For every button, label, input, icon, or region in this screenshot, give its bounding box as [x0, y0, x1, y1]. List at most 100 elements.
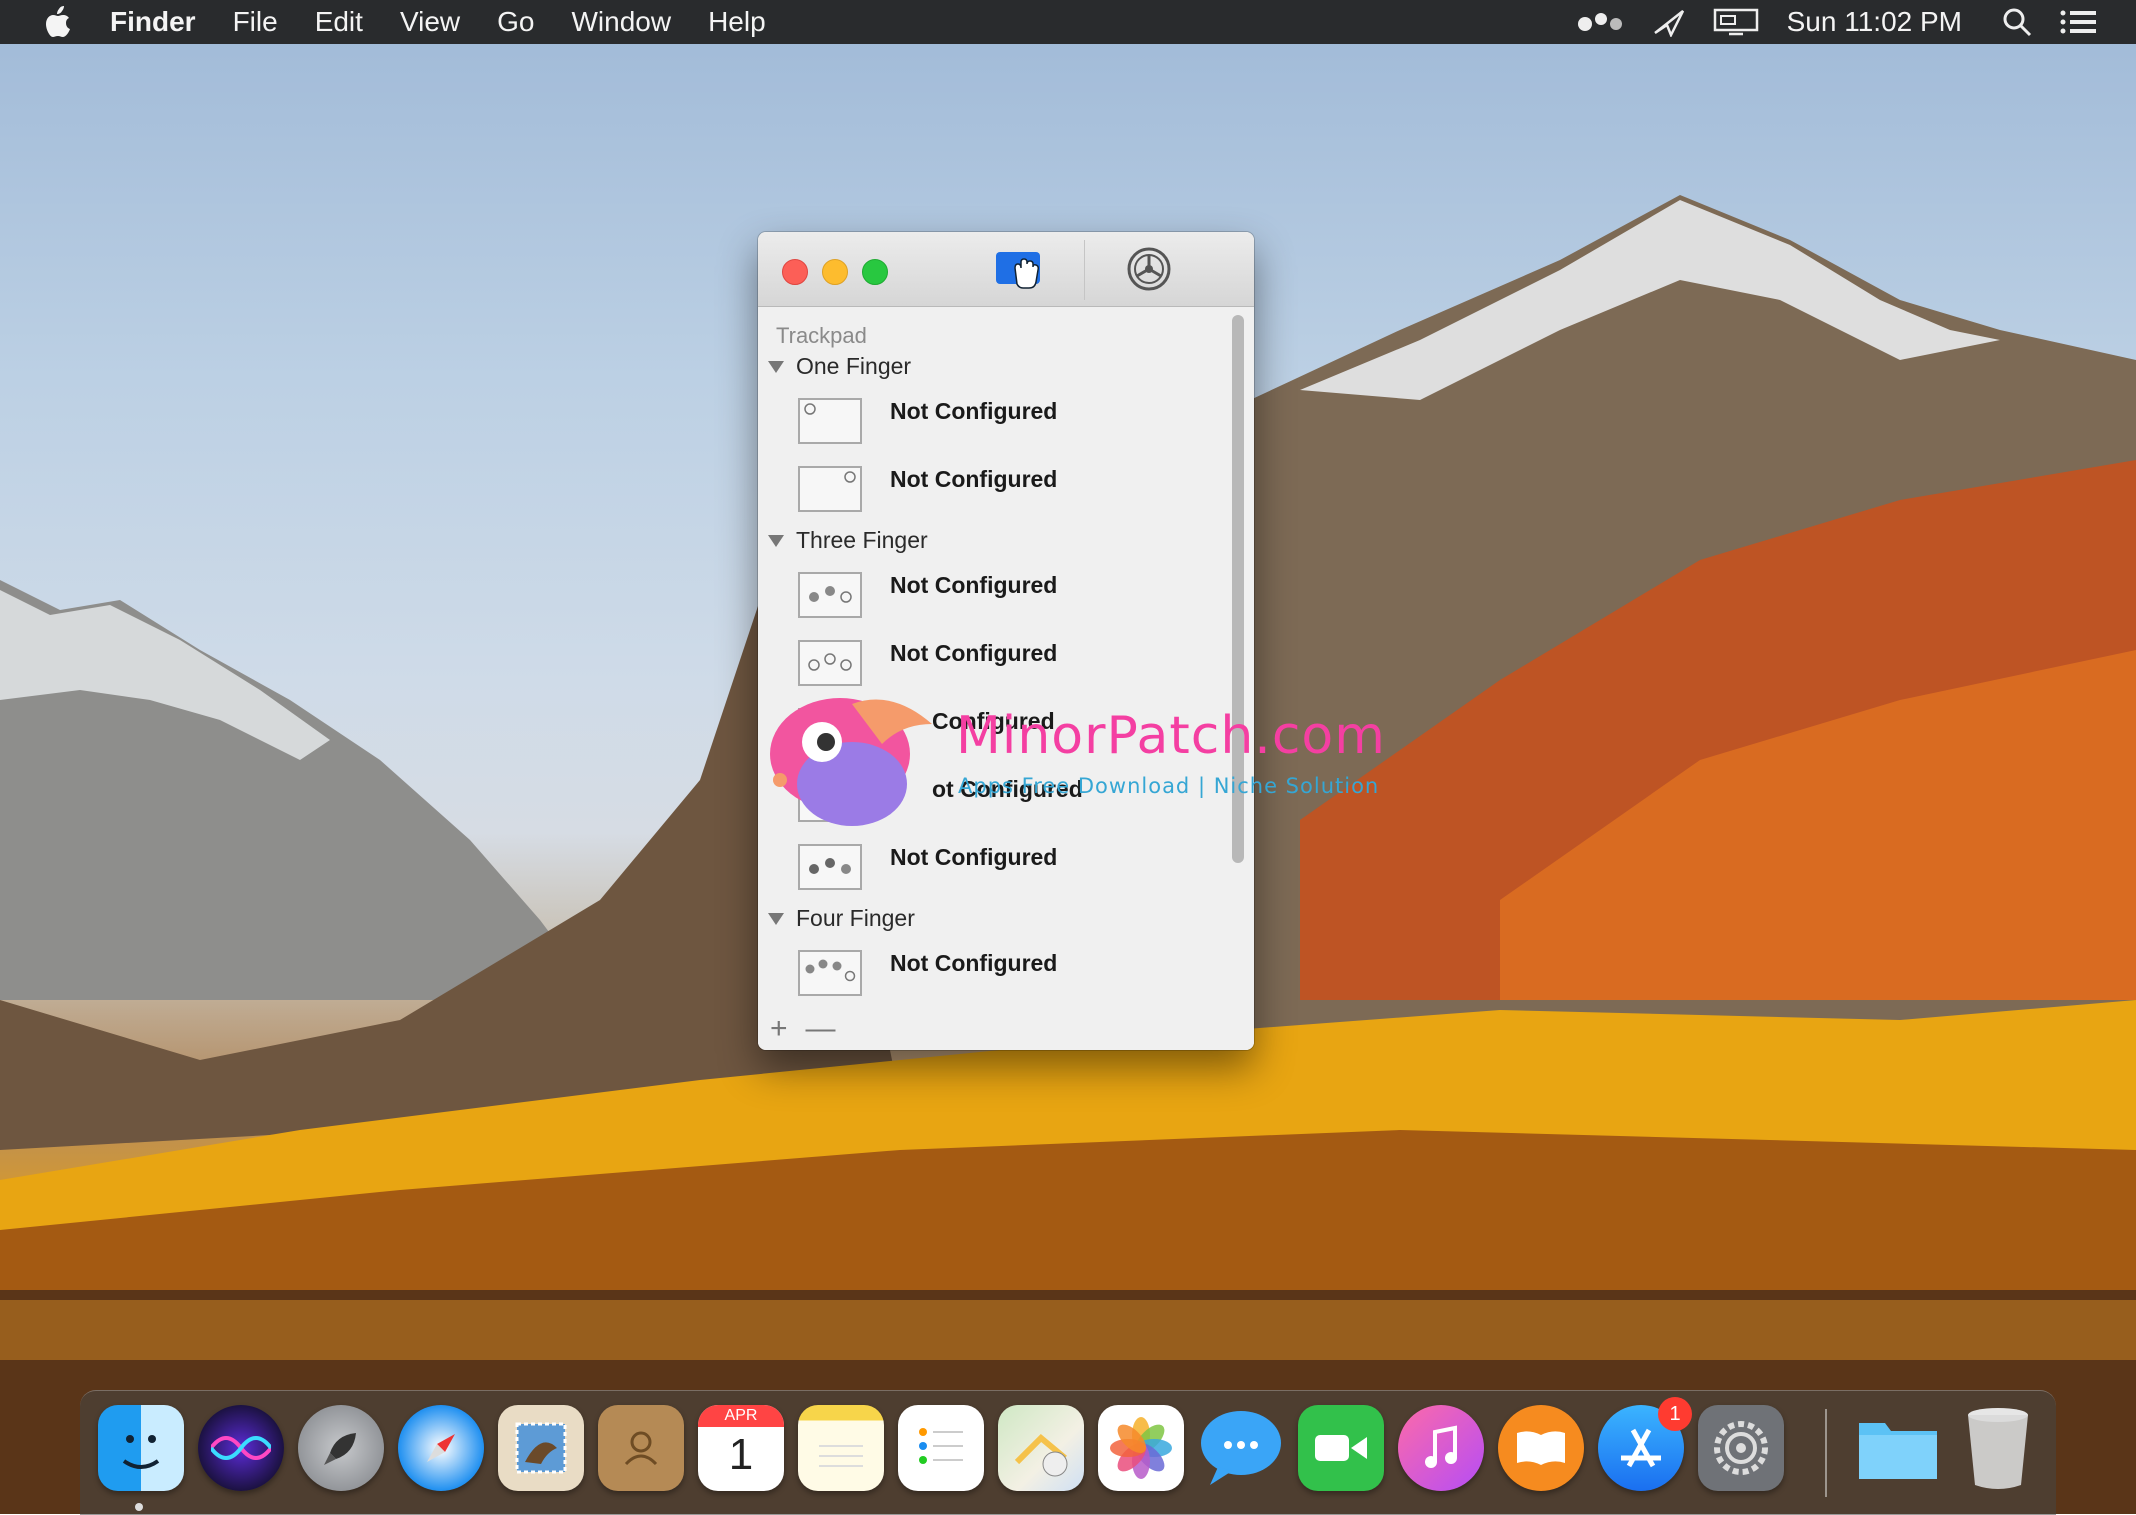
dock-ibooks[interactable] — [1498, 1405, 1584, 1491]
toolbar-separator — [1084, 240, 1085, 300]
dock-trash[interactable] — [1955, 1405, 2041, 1491]
zoom-button[interactable] — [862, 259, 888, 285]
one-finger-top-right-icon — [798, 466, 862, 512]
search-icon[interactable] — [2002, 7, 2032, 37]
menu-edit[interactable]: Edit — [315, 6, 363, 38]
gestures-window: Trackpad One Finger Not Configured Not C… — [758, 232, 1254, 1050]
dots-icon[interactable] — [1577, 9, 1625, 35]
reminders-icon — [919, 1428, 963, 1464]
settings-gear-icon — [1127, 247, 1171, 291]
menubar-clock[interactable]: Sun 11:02 PM — [1787, 6, 1962, 38]
contacts-icon — [624, 1431, 658, 1466]
gesture-status: Not Configured — [890, 466, 1058, 492]
gesture-row[interactable]: Not Configured — [798, 398, 1218, 458]
watermark-logo — [762, 684, 940, 832]
gesture-status: Not Configured — [890, 640, 1058, 666]
dock-facetime[interactable] — [1298, 1405, 1384, 1491]
gesture-status: Not Configured — [890, 572, 1058, 598]
window-titlebar[interactable] — [758, 232, 1254, 307]
gestures-icon — [996, 252, 1040, 289]
dock-contacts[interactable] — [598, 1405, 684, 1491]
gesture-row[interactable]: Not Configured — [798, 950, 1218, 1010]
dock-maps[interactable] — [998, 1405, 1084, 1491]
menu-go[interactable]: Go — [497, 6, 534, 38]
three-finger-filled-icon — [798, 844, 862, 890]
gesture-status: Not Configured — [890, 398, 1058, 424]
dock-messages[interactable] — [1198, 1405, 1284, 1491]
close-button[interactable] — [782, 259, 808, 285]
one-finger-top-left-icon — [798, 398, 862, 444]
dock-separator — [1825, 1409, 1827, 1497]
book-icon — [1517, 1431, 1565, 1465]
dock-finder[interactable] — [98, 1405, 184, 1491]
dock-reminders[interactable] — [898, 1405, 984, 1491]
dock-siri[interactable] — [198, 1405, 284, 1491]
gesture-row[interactable]: Not Configured — [798, 466, 1218, 526]
gesture-row[interactable]: Not Configured — [798, 572, 1218, 632]
siri-icon — [211, 1436, 271, 1460]
dock-notes[interactable] — [798, 1405, 884, 1491]
disclosure-triangle-icon[interactable] — [768, 912, 784, 925]
messages-icon — [1201, 1411, 1281, 1485]
trash-icon — [1968, 1408, 2028, 1489]
section-title-trackpad: Trackpad — [776, 323, 867, 348]
menu-view[interactable]: View — [400, 6, 460, 38]
mail-stamp-icon — [515, 1422, 567, 1474]
watermark-title: MinorPatch.com — [956, 706, 1386, 766]
music-note-icon — [1425, 1425, 1457, 1468]
gesture-status: Not Configured — [890, 950, 1058, 976]
disclosure-triangle-icon[interactable] — [768, 360, 784, 373]
watermark-subtitle: Apps Free Download | Niche Solution — [958, 774, 1380, 798]
group-header-one-finger[interactable]: One Finger — [768, 353, 911, 380]
three-finger-tap-icon — [798, 572, 862, 618]
minimize-button[interactable] — [822, 259, 848, 285]
maps-icon — [1014, 1433, 1068, 1477]
group-title: Four Finger — [796, 905, 915, 931]
group-title: Three Finger — [796, 527, 928, 553]
menu-window[interactable]: Window — [571, 6, 671, 38]
group-header-four-finger[interactable]: Four Finger — [768, 905, 915, 932]
settings-tab-button[interactable] — [1123, 244, 1175, 294]
dock-downloads-folder[interactable] — [1855, 1405, 1941, 1491]
dock-system-preferences[interactable] — [1698, 1405, 1784, 1491]
menu-bar: Finder File Edit View Go Window Help Sun… — [0, 0, 2136, 44]
dock-photos[interactable] — [1098, 1405, 1184, 1491]
disclosure-triangle-icon[interactable] — [768, 534, 784, 547]
airplay-icon[interactable] — [1653, 7, 1685, 37]
gestures-tab-button[interactable] — [994, 244, 1046, 294]
group-title: One Finger — [796, 353, 912, 379]
four-finger-tap-icon — [798, 950, 862, 996]
gesture-list: Trackpad One Finger Not Configured Not C… — [758, 307, 1254, 1050]
dock-safari[interactable] — [398, 1405, 484, 1491]
remove-gesture-button[interactable]: — — [806, 1012, 836, 1046]
list-icon[interactable] — [2060, 9, 2096, 35]
dock-itunes[interactable] — [1398, 1405, 1484, 1491]
dock-mail[interactable] — [498, 1405, 584, 1491]
menu-file[interactable]: File — [233, 6, 278, 38]
gesture-row[interactable]: Not Configured — [798, 844, 1218, 904]
notification-badge: 1 — [1658, 1397, 1692, 1431]
app-store-icon — [1621, 1428, 1661, 1468]
folder-icon — [1859, 1423, 1937, 1479]
gesture-status: Not Configured — [890, 844, 1058, 870]
running-indicator — [135, 1503, 143, 1511]
display-icon[interactable] — [1713, 7, 1759, 37]
compass-icon — [427, 1434, 455, 1462]
calendar-day: 1 — [728, 1430, 754, 1479]
add-gesture-button[interactable]: + — [770, 1012, 788, 1046]
dock-launchpad[interactable] — [298, 1405, 384, 1491]
apple-menu-icon[interactable] — [40, 4, 78, 40]
three-finger-outline-icon — [798, 640, 862, 686]
dock-calendar[interactable]: APR 1 — [698, 1405, 784, 1491]
add-remove-bar: + — — [770, 1012, 854, 1046]
menu-app-finder[interactable]: Finder — [110, 6, 196, 38]
dock: APR 1 1 — [80, 1390, 2056, 1515]
dock-app-store[interactable]: 1 — [1598, 1397, 1692, 1491]
group-header-three-finger[interactable]: Three Finger — [768, 527, 928, 554]
rocket-icon — [324, 1433, 356, 1465]
facetime-icon — [1315, 1435, 1367, 1461]
menu-help[interactable]: Help — [708, 6, 766, 38]
photos-icon — [1110, 1417, 1172, 1479]
gear-icon — [1714, 1421, 1768, 1475]
calendar-month: APR — [698, 1405, 784, 1427]
